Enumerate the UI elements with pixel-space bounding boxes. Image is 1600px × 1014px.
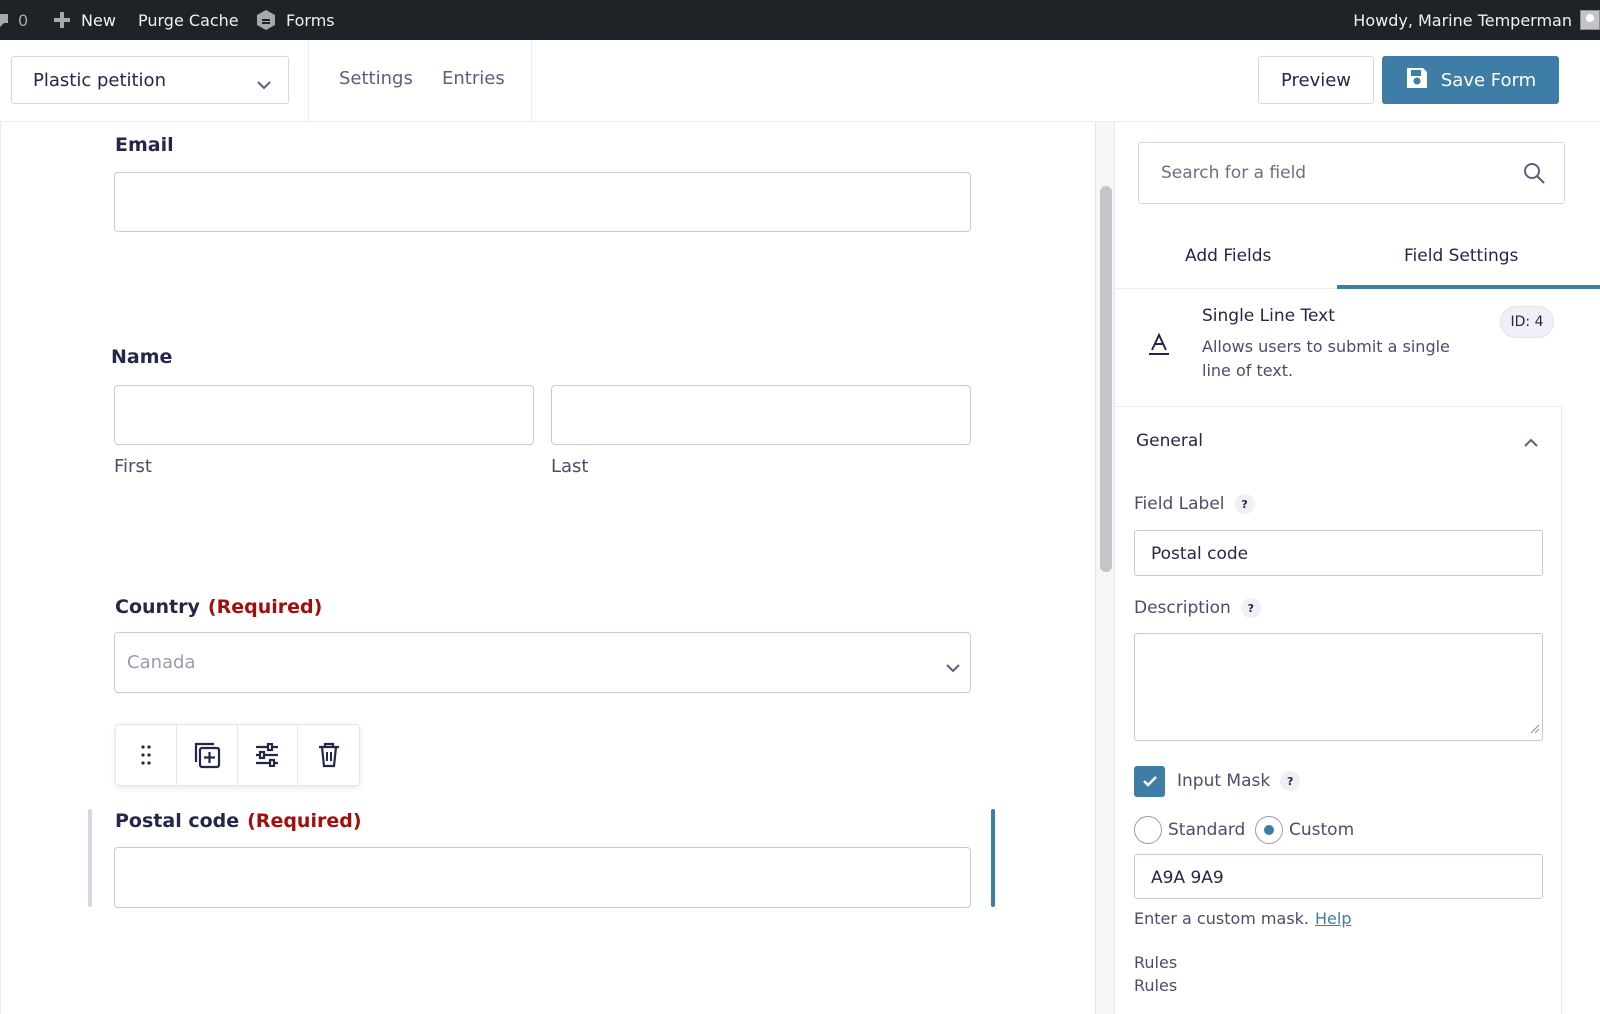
- country-select[interactable]: Canada: [114, 632, 971, 693]
- toolbar-divider: [531, 40, 532, 122]
- gravity-forms-icon: [256, 9, 276, 31]
- required-marker: (Required): [207, 596, 323, 618]
- required-marker: (Required): [247, 810, 362, 832]
- field-label-title: Field Label: [1134, 494, 1225, 514]
- last-sublabel: Last: [551, 456, 589, 477]
- country-label-text: Country: [115, 596, 200, 618]
- help-icon[interactable]: ?: [1280, 771, 1301, 791]
- postal-code-input[interactable]: [114, 847, 971, 908]
- resize-handle-icon[interactable]: [1530, 719, 1540, 738]
- help-icon[interactable]: ?: [1240, 598, 1261, 618]
- entries-link[interactable]: Entries: [442, 68, 505, 89]
- field-label-value: Postal code: [1151, 544, 1249, 564]
- country-field-label: Country (Required): [115, 596, 322, 618]
- mask-help-link[interactable]: Help: [1315, 909, 1351, 928]
- form-name: Plastic petition: [33, 69, 166, 91]
- new-label: New: [81, 10, 116, 30]
- comment-icon: [0, 12, 8, 28]
- chevron-up-icon[interactable]: [1523, 433, 1539, 452]
- forms-label: Forms: [286, 10, 335, 30]
- plus-icon: [52, 10, 72, 30]
- save-form-button[interactable]: Save Form: [1382, 56, 1559, 104]
- rules-label: Rules: [1134, 976, 1178, 995]
- chevron-down-icon: [256, 74, 272, 95]
- drag-handle-icon[interactable]: [116, 725, 177, 785]
- admin-bar-new[interactable]: New: [52, 0, 116, 40]
- form-editor-toolbar: Plastic petition Settings Entries Previe…: [0, 40, 1600, 122]
- field-label-input[interactable]: Postal code: [1134, 530, 1543, 576]
- tab-field-settings[interactable]: Field Settings: [1404, 246, 1518, 266]
- settings-link[interactable]: Settings: [339, 68, 413, 89]
- selected-field-indicator: [991, 809, 995, 907]
- admin-bar-comments[interactable]: 0: [0, 0, 28, 40]
- last-name-input[interactable]: [551, 385, 971, 445]
- description-setting-label: Description ?: [1134, 598, 1261, 618]
- input-mask-label: Input Mask ?: [1177, 771, 1301, 791]
- mask-help-text: Enter a custom mask. Help: [1134, 909, 1352, 928]
- field-type-description: Allows users to submit a single line of …: [1202, 337, 1450, 380]
- email-field-label: Email: [115, 134, 174, 156]
- form-switcher[interactable]: Plastic petition: [11, 56, 289, 104]
- description-title: Description: [1134, 598, 1231, 618]
- postal-label-text: Postal code: [115, 810, 240, 832]
- description-textarea[interactable]: [1134, 633, 1543, 741]
- input-mask-checkbox[interactable]: [1134, 766, 1165, 797]
- text-field-type-icon: [1147, 332, 1171, 360]
- field-type-title: Single Line Text: [1202, 306, 1335, 326]
- preview-button[interactable]: Preview: [1258, 56, 1374, 104]
- active-tab-indicator: [1337, 285, 1600, 289]
- admin-bar-purge-cache[interactable]: Purge Cache: [138, 0, 239, 40]
- save-icon: [1405, 66, 1429, 95]
- chevron-down-icon: [946, 658, 960, 677]
- toolbar-divider: [308, 40, 309, 122]
- custom-mask-value: A9A 9A9: [1151, 868, 1224, 888]
- name-field-label: Name: [111, 346, 173, 368]
- avatar: [1580, 10, 1600, 30]
- delete-field-icon[interactable]: [298, 725, 359, 785]
- selected-field-indicator: [88, 809, 92, 907]
- field-settings-sliders-icon[interactable]: [238, 725, 299, 785]
- radio-standard[interactable]: [1134, 816, 1162, 844]
- custom-mask-input[interactable]: A9A 9A9: [1134, 854, 1543, 899]
- tab-add-fields[interactable]: Add Fields: [1185, 246, 1271, 266]
- field-search[interactable]: Search for a field: [1138, 142, 1565, 204]
- duplicate-field-icon[interactable]: [177, 725, 238, 785]
- input-mask-text: Input Mask: [1177, 771, 1271, 791]
- field-action-toolbar: [115, 724, 360, 786]
- general-settings-panel: General Field Label ? Postal code Descri…: [1115, 406, 1562, 1014]
- radio-standard-label: Standard: [1168, 820, 1246, 840]
- general-panel-title[interactable]: General: [1136, 431, 1203, 451]
- mask-help-label: Enter a custom mask.: [1134, 909, 1310, 928]
- admin-bar: 0 New Purge Cache Forms Howdy, Marine Te…: [0, 0, 1600, 40]
- country-select-value: Canada: [127, 652, 196, 673]
- help-icon[interactable]: ?: [1234, 494, 1255, 514]
- field-label-setting-label: Field Label ?: [1134, 494, 1255, 514]
- save-form-label: Save Form: [1440, 69, 1537, 91]
- email-input[interactable]: [114, 172, 971, 232]
- editor-sidebar: Search for a field Add Fields Field Sett…: [1115, 122, 1600, 1014]
- admin-bar-account[interactable]: Howdy, Marine Temperman: [1353, 0, 1600, 40]
- canvas-scrollbar-thumb[interactable]: [1100, 186, 1112, 572]
- rules-label: Rules: [1134, 953, 1178, 972]
- howdy-text: Howdy, Marine Temperman: [1353, 10, 1572, 30]
- postal-code-field-label: Postal code (Required): [115, 810, 362, 832]
- radio-custom-label: Custom: [1289, 820, 1355, 840]
- checkmark-icon: [1142, 772, 1158, 791]
- search-icon[interactable]: [1522, 161, 1546, 189]
- radio-custom[interactable]: [1255, 816, 1283, 844]
- admin-bar-forms[interactable]: Forms: [256, 0, 335, 40]
- search-input-placeholder: Search for a field: [1161, 163, 1307, 183]
- comments-count: 0: [18, 10, 29, 30]
- first-name-input[interactable]: [114, 385, 534, 445]
- field-id-badge: ID: 4: [1500, 306, 1554, 338]
- first-sublabel: First: [114, 456, 152, 477]
